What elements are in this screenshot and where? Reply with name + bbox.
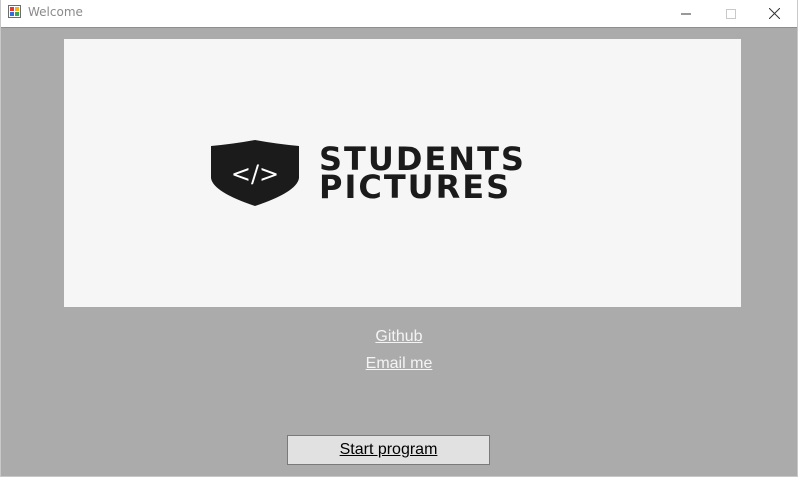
close-icon xyxy=(769,8,780,19)
window-title: Welcome xyxy=(28,5,83,19)
minimize-button[interactable] xyxy=(663,0,708,27)
start-program-button[interactable]: Start program xyxy=(287,435,490,465)
logo-text-line2: PICTURES xyxy=(319,168,512,206)
welcome-window: Welcome </> STUDENTS PICTURES Github Ema… xyxy=(0,0,798,477)
maximize-icon xyxy=(725,8,736,19)
email-link[interactable]: Email me xyxy=(1,355,797,373)
minimize-icon xyxy=(680,13,691,14)
start-program-label: Start program xyxy=(339,441,438,458)
github-link[interactable]: Github xyxy=(1,328,797,346)
code-shield-icon: </> xyxy=(211,140,299,206)
logo-code-glyph: </> xyxy=(231,160,279,188)
title-bar[interactable]: Welcome xyxy=(1,0,797,28)
app-icon xyxy=(8,5,21,18)
logo-banner-image: </> STUDENTS PICTURES xyxy=(64,39,741,307)
close-button[interactable] xyxy=(752,0,797,27)
maximize-button[interactable] xyxy=(708,0,753,27)
